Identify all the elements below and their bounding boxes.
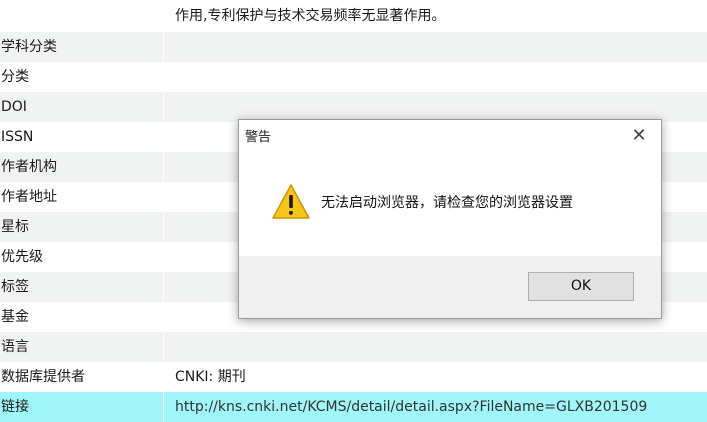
field-row-category[interactable]: 分类: [0, 62, 707, 92]
field-value-link[interactable]: http://kns.cnki.net/KCMS/detail/detail.a…: [165, 392, 707, 422]
field-label: 优先级: [0, 242, 164, 272]
field-row-subject[interactable]: 学科分类: [0, 32, 707, 62]
field-row-database[interactable]: 数据库提供者 CNKI: 期刊: [0, 362, 707, 392]
field-label: 链接: [0, 392, 164, 422]
dialog-message: 无法启动浏览器，请检查您的浏览器设置: [321, 195, 573, 211]
dialog-body: 无法启动浏览器，请检查您的浏览器设置: [239, 150, 661, 256]
close-icon[interactable]: ✕: [623, 123, 655, 149]
field-row-language[interactable]: 语言: [0, 332, 707, 362]
field-label: 分类: [0, 62, 164, 92]
dialog-title: 警告: [245, 130, 272, 145]
field-value[interactable]: [165, 62, 707, 92]
dialog-titlebar[interactable]: 警告 ✕: [239, 120, 661, 150]
field-value[interactable]: [165, 92, 707, 122]
field-label: ISSN: [0, 122, 164, 152]
field-label: 作者机构: [0, 152, 164, 182]
warning-dialog: 警告 ✕ 无法启动浏览器，请检查您的浏览器设置 OK: [238, 119, 662, 319]
field-label: 标签: [0, 272, 164, 302]
field-label: 基金: [0, 302, 164, 332]
warning-icon: [272, 184, 310, 219]
field-label: 数据库提供者: [0, 362, 164, 392]
field-label: 学科分类: [0, 32, 164, 62]
field-label: 作者地址: [0, 182, 164, 212]
field-label: 语言: [0, 332, 164, 362]
field-value[interactable]: [165, 332, 707, 362]
field-value[interactable]: [165, 32, 707, 62]
field-row-link[interactable]: 链接 http://kns.cnki.net/KCMS/detail/detai…: [0, 392, 707, 422]
ok-button[interactable]: OK: [528, 272, 634, 301]
field-label: 星标: [0, 212, 164, 242]
abstract-cell: 作用,专利保护与技术交易频率无显著作用。: [165, 0, 707, 32]
abstract-line: 作用,专利保护与技术交易频率无显著作用。: [175, 8, 446, 24]
field-value[interactable]: CNKI: 期刊: [165, 362, 707, 392]
field-row-doi[interactable]: DOI: [0, 92, 707, 122]
field-label: DOI: [0, 92, 164, 122]
